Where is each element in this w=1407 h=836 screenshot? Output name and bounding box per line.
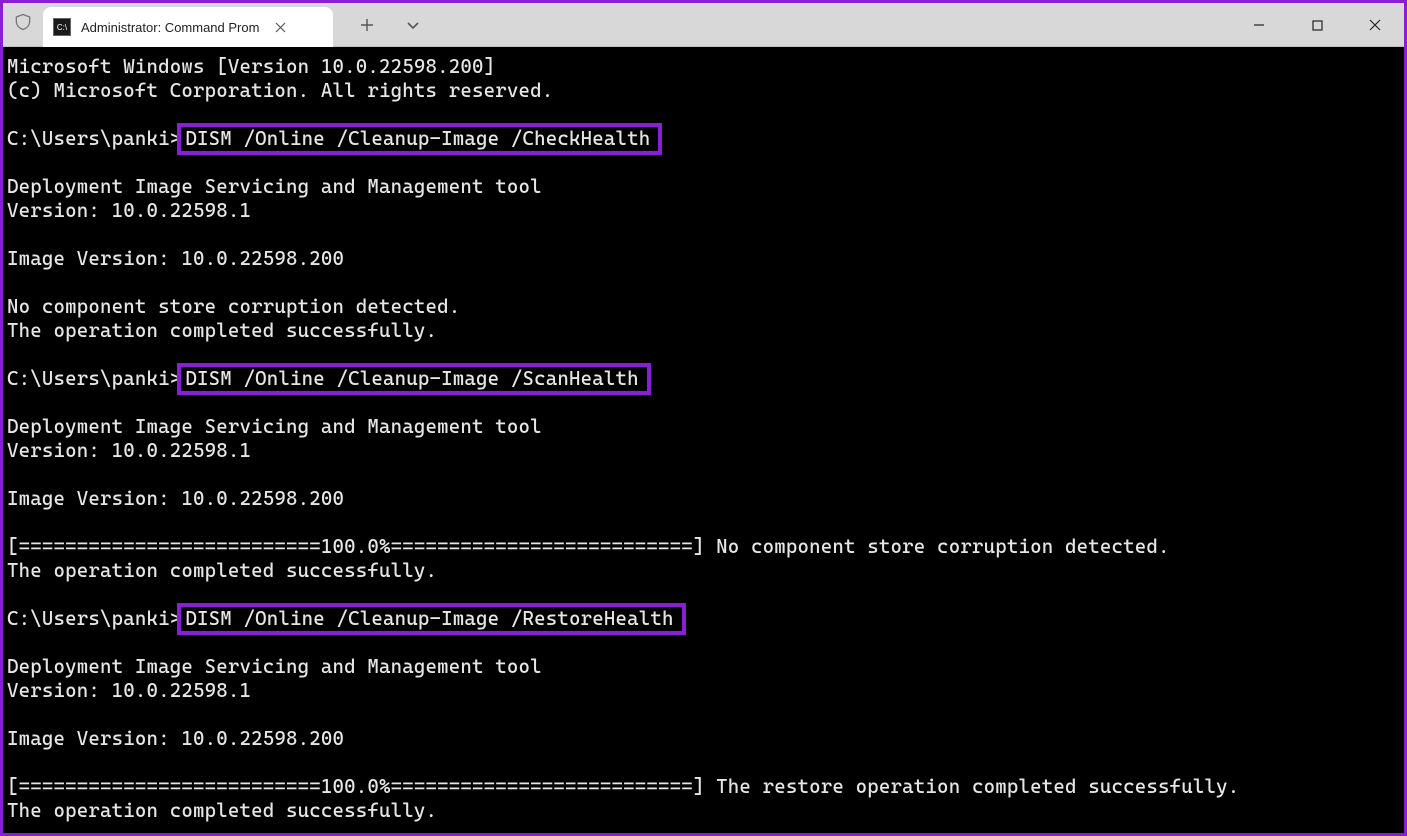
- text-line: The operation completed successfully.: [7, 799, 437, 822]
- shield-icon: [13, 12, 33, 37]
- text-line: Microsoft Windows [Version 10.0.22598.20…: [7, 55, 495, 78]
- close-tab-button[interactable]: [269, 16, 291, 38]
- titlebar: C:\ Administrator: Command Prom: [3, 3, 1404, 47]
- new-tab-button[interactable]: [353, 11, 381, 39]
- text-line: Image Version: 10.0.22598.200: [7, 727, 344, 750]
- text-line: Deployment Image Servicing and Managemen…: [7, 415, 542, 438]
- text-line: [==========================100.0%=======…: [7, 775, 1239, 798]
- minimize-button[interactable]: [1230, 3, 1288, 47]
- privacy-shield-area: [3, 3, 43, 46]
- prompt: C:\Users\panki>: [7, 127, 181, 150]
- highlighted-command-1: DISM /Online /Cleanup-Image /CheckHealth: [177, 123, 662, 155]
- maximize-button[interactable]: [1288, 3, 1346, 47]
- text-line: Version: 10.0.22598.1: [7, 199, 251, 222]
- text-line: Deployment Image Servicing and Managemen…: [7, 175, 542, 198]
- highlighted-command-3: DISM /Online /Cleanup-Image /RestoreHeal…: [177, 603, 685, 635]
- prompt: C:\Users\panki>: [7, 607, 181, 630]
- highlighted-command-2: DISM /Online /Cleanup-Image /ScanHealth: [177, 363, 650, 395]
- tab-toolbar: [333, 3, 427, 46]
- terminal-output[interactable]: Microsoft Windows [Version 10.0.22598.20…: [3, 47, 1404, 833]
- terminal-window: C:\ Administrator: Command Prom: [0, 0, 1407, 836]
- text-line: Version: 10.0.22598.1: [7, 439, 251, 462]
- text-line: Deployment Image Servicing and Managemen…: [7, 655, 542, 678]
- window-controls: [1230, 3, 1404, 46]
- text-line: The operation completed successfully.: [7, 559, 437, 582]
- text-line: (c) Microsoft Corporation. All rights re…: [7, 79, 553, 102]
- text-line: Image Version: 10.0.22598.200: [7, 247, 344, 270]
- close-window-button[interactable]: [1346, 3, 1404, 47]
- active-tab[interactable]: C:\ Administrator: Command Prom: [43, 7, 333, 47]
- text-line: [==========================100.0%=======…: [7, 535, 1170, 558]
- prompt: C:\Users\panki>: [7, 367, 181, 390]
- text-line: Image Version: 10.0.22598.200: [7, 487, 344, 510]
- tab-title: Administrator: Command Prom: [81, 20, 259, 35]
- text-line: The operation completed successfully.: [7, 319, 437, 342]
- tab-dropdown-button[interactable]: [399, 11, 427, 39]
- cmd-icon: C:\: [53, 18, 71, 36]
- text-line: Version: 10.0.22598.1: [7, 679, 251, 702]
- text-line: No component store corruption detected.: [7, 295, 460, 318]
